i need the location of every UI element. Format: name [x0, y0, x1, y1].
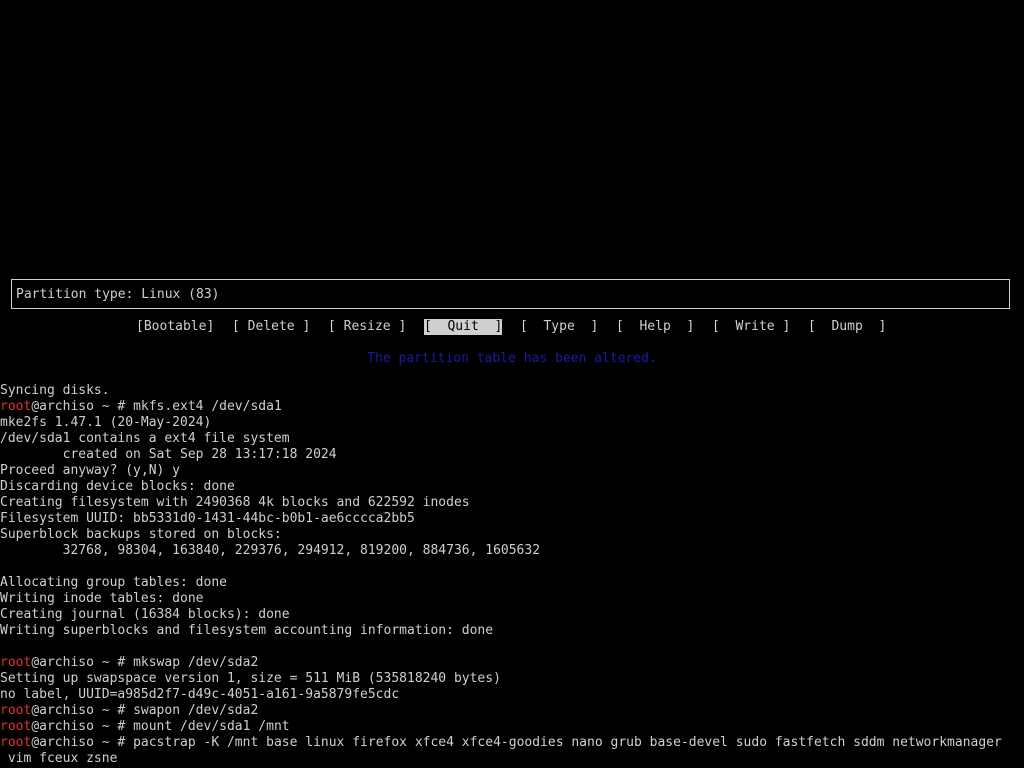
- terminal-text: Syncing disks.: [0, 383, 110, 398]
- terminal-output-line: Writing superblocks and filesystem accou…: [0, 623, 1024, 639]
- partition-type-label: Partition type: Linux (83): [16, 287, 220, 302]
- terminal-output-line: Discarding device blocks: done: [0, 479, 1024, 495]
- terminal-command-line: root@archiso ~ # swapon /dev/sda2: [0, 703, 1024, 719]
- prompt-host: @archiso ~ #: [31, 735, 134, 750]
- terminal-text: Allocating group tables: done: [0, 575, 227, 590]
- terminal-text: mke2fs 1.47.1 (20-May-2024): [0, 415, 212, 430]
- terminal-text: vim fceux zsne: [0, 751, 118, 766]
- terminal-output-line: Superblock backups stored on blocks:: [0, 527, 1024, 543]
- terminal-output-line: Writing inode tables: done: [0, 591, 1024, 607]
- terminal-output-line: no label, UUID=a985d2f7-d49c-4051-a161-9…: [0, 687, 1024, 703]
- terminal-output-line: Creating journal (16384 blocks): done: [0, 607, 1024, 623]
- prompt-host: @archiso ~ #: [31, 703, 134, 718]
- terminal-output-line: Allocating group tables: done: [0, 575, 1024, 591]
- terminal-output-line: Syncing disks.: [0, 383, 1024, 399]
- terminal-output-line: /dev/sda1 contains a ext4 file system: [0, 431, 1024, 447]
- terminal-text: created on Sat Sep 28 13:17:18 2024: [0, 447, 337, 462]
- terminal-command-line: root@archiso ~ # mkfs.ext4 /dev/sda1: [0, 399, 1024, 415]
- terminal-output-line: Proceed anyway? (y,N) y: [0, 463, 1024, 479]
- terminal-command-line: root@archiso ~ # pacstrap -K /mnt base l…: [0, 735, 1024, 751]
- prompt-user: root: [0, 719, 32, 734]
- prompt-user: root: [0, 735, 32, 750]
- terminal-text: Creating journal (16384 blocks): done: [0, 607, 290, 622]
- prompt-host: @archiso ~ #: [31, 655, 134, 670]
- menu-resize[interactable]: [ Resize ]: [328, 319, 406, 335]
- terminal-text: Writing inode tables: done: [0, 591, 204, 606]
- prompt-user: root: [0, 655, 32, 670]
- terminal-text: mount /dev/sda1 /mnt: [133, 719, 290, 734]
- partition-type-box: Partition type: Linux (83): [11, 279, 1010, 309]
- terminal-output-line: created on Sat Sep 28 13:17:18 2024: [0, 447, 1024, 463]
- terminal-text: Superblock backups stored on blocks:: [0, 527, 282, 542]
- terminal-command-line: root@archiso ~ # mkswap /dev/sda2: [0, 655, 1024, 671]
- terminal-output-line: Creating filesystem with 2490368 4k bloc…: [0, 495, 1024, 511]
- menu-quit[interactable]: [ Quit ]: [424, 319, 503, 335]
- terminal-text: Discarding device blocks: done: [0, 479, 235, 494]
- terminal-output-line: 32768, 98304, 163840, 229376, 294912, 81…: [0, 543, 1024, 559]
- terminal-text: mkswap /dev/sda2: [133, 655, 259, 670]
- terminal-text: 32768, 98304, 163840, 229376, 294912, 81…: [0, 543, 541, 558]
- terminal-text: mkfs.ext4 /dev/sda1: [133, 399, 282, 414]
- prompt-host: @archiso ~ #: [31, 399, 134, 414]
- menu-help[interactable]: [ Help ]: [616, 319, 694, 335]
- menu-bootable[interactable]: [Bootable]: [136, 319, 214, 335]
- terminal-text: Creating filesystem with 2490368 4k bloc…: [0, 495, 470, 510]
- terminal-command-line: root@archiso ~ # mount /dev/sda1 /mnt: [0, 719, 1024, 735]
- cfdisk-status-message: The partition table has been altered.: [367, 351, 657, 366]
- terminal-text: Proceed anyway? (y,N) y: [0, 463, 181, 478]
- terminal-text: /dev/sda1 contains a ext4 file system: [0, 431, 290, 446]
- cfdisk-menu: [Bootable] [ Delete ] [ Resize ] [ Quit …: [0, 319, 1024, 335]
- menu-type[interactable]: [ Type ]: [520, 319, 598, 335]
- terminal-text: Filesystem UUID: bb5331d0-1431-44bc-b0b1…: [0, 511, 415, 526]
- terminal-output-line: mke2fs 1.47.1 (20-May-2024): [0, 415, 1024, 431]
- prompt-host: @archiso ~ #: [31, 719, 134, 734]
- terminal-output-line: vim fceux zsne: [0, 751, 1024, 767]
- menu-write[interactable]: [ Write ]: [712, 319, 790, 335]
- terminal-output-line: Setting up swapspace version 1, size = 5…: [0, 671, 1024, 687]
- prompt-user: root: [0, 703, 32, 718]
- menu-delete[interactable]: [ Delete ]: [232, 319, 310, 335]
- terminal-text: swapon /dev/sda2: [133, 703, 259, 718]
- terminal-text: no label, UUID=a985d2f7-d49c-4051-a161-9…: [0, 687, 400, 702]
- prompt-user: root: [0, 399, 32, 414]
- terminal-text: Setting up swapspace version 1, size = 5…: [0, 671, 501, 686]
- terminal-output-line: Filesystem UUID: bb5331d0-1431-44bc-b0b1…: [0, 511, 1024, 527]
- terminal-text: Writing superblocks and filesystem accou…: [0, 623, 494, 638]
- terminal-text: pacstrap -K /mnt base linux firefox xfce…: [133, 735, 1002, 750]
- menu-dump[interactable]: [ Dump ]: [808, 319, 886, 335]
